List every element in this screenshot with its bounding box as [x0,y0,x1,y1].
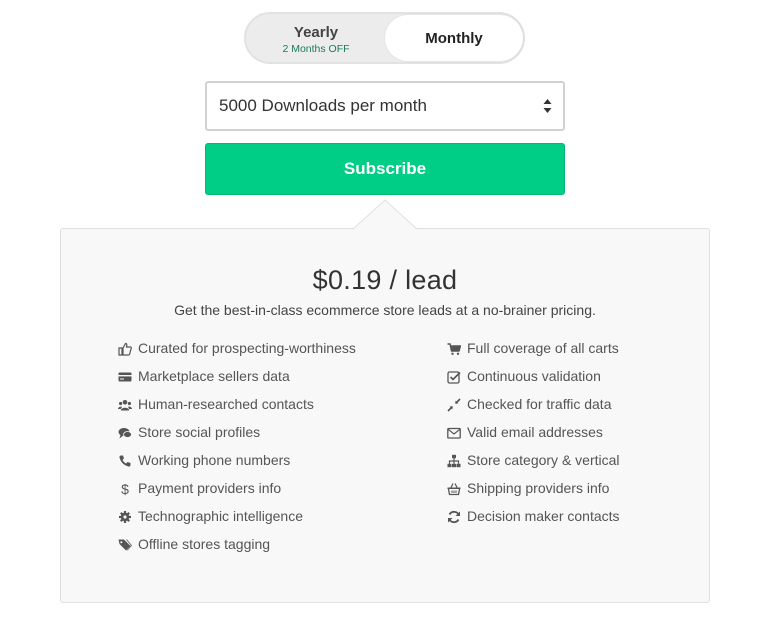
feature-label: Store category & vertical [467,452,620,468]
check-square-icon [447,371,461,384]
pricing-subtitle: Get the best-in-class ecommerce store le… [174,302,596,318]
feature-label: Full coverage of all carts [467,340,619,356]
cart-icon [447,343,461,355]
feature-label: Continuous validation [467,368,601,384]
subscribe-button[interactable]: Subscribe [205,143,565,195]
sitemap-icon [447,454,461,468]
credit-card-icon [118,372,132,382]
feature-label: Curated for prospecting-worthiness [138,340,356,356]
envelope-icon [447,427,461,439]
feature-label: Payment providers info [138,480,282,496]
feature-label: Technographic intelligence [138,508,303,524]
compress-icon [447,398,461,412]
tags-icon [118,539,132,551]
downloads-plan-select[interactable]: 5000 Downloads per month [205,81,565,131]
feature-label: Offline stores tagging [138,536,271,552]
feature-label: Decision maker contacts [467,508,620,524]
feature-label: Marketplace sellers data [138,368,290,384]
selected-plan-value: 5000 Downloads per month [219,96,427,115]
feature-label: Shipping providers info [467,480,610,496]
yearly-discount-note: 2 Months OFF [282,43,350,55]
feature-label: Store social profiles [138,424,261,440]
refresh-icon [448,510,460,524]
feature-label: Working phone numbers [138,452,291,468]
toggle-monthly-option[interactable]: Monthly [385,15,523,61]
feature-label: Human-researched contacts [138,396,314,412]
monthly-label: Monthly [425,30,483,47]
dollar-icon: $ [121,482,129,496]
comments-icon [118,428,132,439]
thumbs-up-icon [118,342,132,356]
basket-icon [447,483,461,496]
price-per-lead: $0.19 / lead [312,265,458,295]
billing-toggle: Yearly 2 Months OFF Monthly [244,12,525,64]
svg-text:$: $ [121,482,129,496]
feature-label: Valid email addresses [467,424,603,440]
pricing-panel: $0.19 / lead Get the best-in-class ecomm… [60,228,710,603]
users-icon [118,400,132,411]
toggle-yearly-option[interactable]: Yearly 2 Months OFF [246,14,386,62]
yearly-label: Yearly [293,24,339,41]
feature-label: Checked for traffic data [467,396,612,412]
gear-icon [119,511,131,523]
panel-pointer-arrow [353,199,417,230]
select-arrows-icon [543,99,552,113]
phone-icon [119,455,131,467]
